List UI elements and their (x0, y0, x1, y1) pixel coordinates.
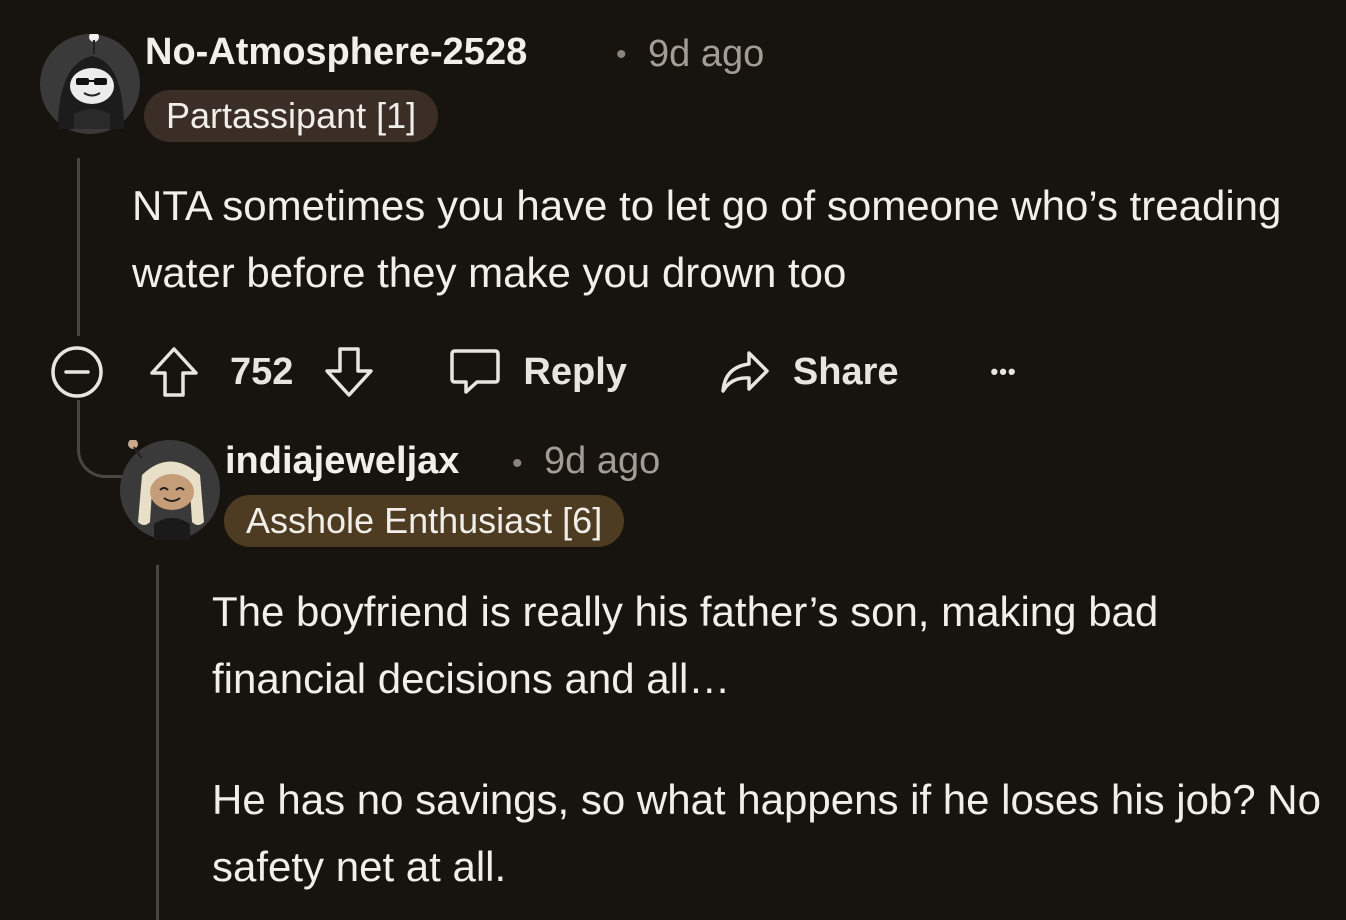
collapse-minus-icon[interactable] (50, 345, 104, 399)
vote-count: 752 (230, 350, 294, 393)
reply-button[interactable]: Reply (449, 347, 627, 397)
comment-thread: No-Atmosphere-2528 • 9d ago Partassipant… (0, 0, 1346, 920)
comment-paragraph: He has no savings, so what happens if he… (212, 776, 1322, 890)
thread-line-primary[interactable] (77, 158, 80, 336)
share-label: Share (792, 350, 899, 393)
snoo-avatar-icon (40, 32, 140, 134)
more-options-button[interactable]: ••• (991, 359, 1017, 385)
meta-separator: • (512, 447, 523, 480)
thread-connector (77, 400, 125, 478)
snoo-avatar-icon (120, 439, 220, 540)
comment-timestamp[interactable]: 9d ago (544, 440, 660, 483)
avatar[interactable] (120, 439, 220, 540)
comment-body: NTA sometimes you have to let go of some… (132, 182, 1282, 296)
comment-action-bar: 752 Reply Share ••• (50, 344, 1017, 400)
speech-bubble-icon (449, 347, 501, 397)
thread-line-reply[interactable] (156, 565, 159, 920)
comment-timestamp[interactable]: 9d ago (648, 33, 764, 76)
reply-label: Reply (523, 350, 627, 393)
comment-body: The boyfriend is really his father’s son… (212, 578, 1322, 900)
avatar[interactable] (40, 32, 140, 134)
comment-author[interactable]: indiajeweljax (225, 440, 459, 483)
share-button[interactable]: Share (719, 349, 899, 395)
meta-separator: • (616, 38, 627, 71)
user-flair: Asshole Enthusiast [6] (224, 495, 625, 547)
upvote-arrow-icon[interactable] (148, 345, 200, 399)
comment-author[interactable]: No-Atmosphere-2528 (145, 31, 527, 74)
user-flair: Partassipant [1] (144, 90, 439, 142)
downvote-arrow-icon[interactable] (323, 345, 375, 399)
comment-paragraph: The boyfriend is really his father’s son… (212, 588, 1159, 702)
more-dots-icon: ••• (990, 359, 1017, 384)
share-arrow-icon (719, 349, 771, 395)
